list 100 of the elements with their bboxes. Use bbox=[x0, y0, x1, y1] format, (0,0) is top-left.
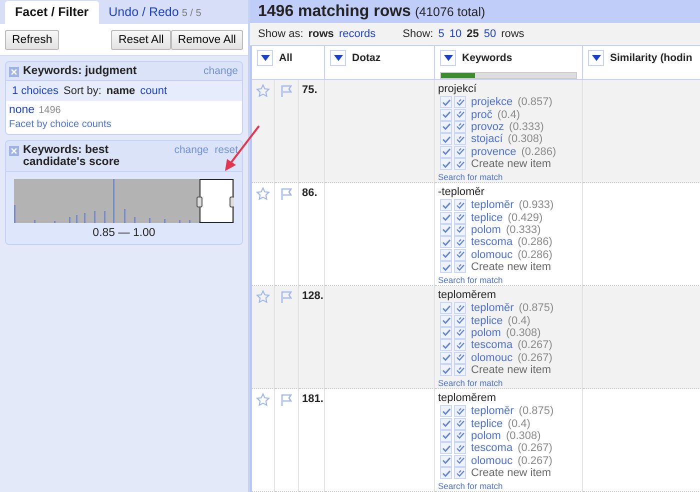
check-icon[interactable] bbox=[440, 430, 452, 442]
candidate-link[interactable]: teplice bbox=[471, 212, 503, 224]
candidate-link[interactable]: polom bbox=[471, 326, 501, 339]
search-match-link[interactable]: Search for match bbox=[438, 378, 579, 388]
check-icon[interactable] bbox=[440, 158, 452, 170]
close-icon[interactable] bbox=[9, 146, 19, 156]
double-check-icon[interactable] bbox=[454, 199, 466, 212]
check-icon[interactable] bbox=[440, 302, 452, 314]
double-check-icon[interactable] bbox=[454, 442, 466, 454]
choices-count-link[interactable]: 1 choices bbox=[12, 85, 58, 97]
double-check-icon[interactable] bbox=[454, 326, 466, 339]
candidate-link[interactable]: olomouc bbox=[471, 454, 513, 467]
double-check-icon[interactable] bbox=[454, 454, 466, 467]
dropdown-icon[interactable] bbox=[330, 50, 346, 66]
sort-option[interactable]: name bbox=[106, 85, 136, 97]
candidate-link[interactable]: olomouc bbox=[471, 248, 513, 261]
candidate-link[interactable]: polom bbox=[471, 430, 501, 442]
flag-icon[interactable] bbox=[280, 84, 293, 98]
double-check-icon[interactable] bbox=[454, 158, 466, 170]
double-check-icon[interactable] bbox=[454, 314, 466, 327]
search-match-link[interactable]: Search for match bbox=[438, 481, 579, 491]
sort-option[interactable]: count bbox=[140, 85, 168, 97]
star-icon[interactable] bbox=[256, 187, 270, 201]
double-check-icon[interactable] bbox=[454, 108, 466, 121]
check-icon[interactable] bbox=[440, 326, 452, 339]
dropdown-icon[interactable] bbox=[257, 50, 273, 66]
check-icon[interactable] bbox=[440, 339, 452, 352]
double-check-icon[interactable] bbox=[454, 339, 466, 352]
candidate-link[interactable]: olomouc bbox=[471, 352, 513, 364]
flag-icon[interactable] bbox=[280, 393, 293, 407]
candidate-link[interactable]: teploměr bbox=[471, 405, 514, 418]
create-item-link[interactable]: Create new item bbox=[471, 158, 552, 170]
candidate-link[interactable]: proč bbox=[471, 108, 492, 121]
check-icon[interactable] bbox=[440, 236, 452, 248]
candidate-link[interactable]: provoz bbox=[471, 120, 504, 133]
view-mode-link[interactable]: records bbox=[338, 28, 376, 40]
candidate-link[interactable]: stojací bbox=[471, 133, 503, 146]
close-icon[interactable] bbox=[9, 67, 19, 77]
candidate-link[interactable]: tescoma bbox=[471, 442, 513, 454]
candidate-link[interactable]: projekce bbox=[471, 96, 513, 108]
reset-all-button[interactable]: Reset All bbox=[111, 30, 171, 50]
search-match-link[interactable]: Search for match bbox=[438, 275, 579, 285]
double-check-icon[interactable] bbox=[454, 248, 466, 261]
double-check-icon[interactable] bbox=[454, 96, 466, 108]
page-size-link[interactable]: 10 bbox=[449, 28, 462, 40]
check-icon[interactable] bbox=[440, 224, 452, 236]
create-item-link[interactable]: Create new item bbox=[471, 364, 552, 376]
page-size-link[interactable]: 5 bbox=[438, 28, 444, 40]
double-check-icon[interactable] bbox=[454, 467, 466, 480]
double-check-icon[interactable] bbox=[454, 430, 466, 442]
star-icon[interactable] bbox=[256, 84, 270, 98]
candidate-link[interactable]: teploměr bbox=[471, 199, 514, 212]
facet-action-link[interactable]: change bbox=[204, 65, 238, 77]
star-icon[interactable] bbox=[256, 393, 270, 407]
facet-footer-link[interactable]: Facet by choice counts bbox=[9, 119, 239, 130]
double-check-icon[interactable] bbox=[454, 146, 466, 158]
candidate-link[interactable]: provence bbox=[471, 146, 516, 158]
refresh-button[interactable]: Refresh bbox=[5, 30, 60, 50]
check-icon[interactable] bbox=[440, 261, 452, 274]
remove-all-button[interactable]: Remove All bbox=[170, 30, 243, 50]
check-icon[interactable] bbox=[440, 120, 452, 133]
candidate-link[interactable]: teplice bbox=[471, 418, 503, 430]
double-check-icon[interactable] bbox=[454, 418, 466, 430]
check-icon[interactable] bbox=[440, 133, 452, 146]
candidate-link[interactable]: tescoma bbox=[471, 339, 513, 352]
check-icon[interactable] bbox=[440, 212, 452, 224]
check-icon[interactable] bbox=[440, 146, 452, 158]
double-check-icon[interactable] bbox=[454, 120, 466, 133]
check-icon[interactable] bbox=[440, 108, 452, 121]
double-check-icon[interactable] bbox=[454, 302, 466, 314]
check-icon[interactable] bbox=[440, 442, 452, 454]
candidate-link[interactable]: teplice bbox=[471, 314, 503, 327]
check-icon[interactable] bbox=[440, 96, 452, 108]
page-size-link[interactable]: 50 bbox=[484, 28, 496, 40]
double-check-icon[interactable] bbox=[454, 261, 466, 274]
candidate-link[interactable]: polom bbox=[471, 224, 501, 236]
tab[interactable]: Facet / Filter bbox=[5, 1, 99, 24]
dropdown-icon[interactable] bbox=[440, 50, 456, 66]
double-check-icon[interactable] bbox=[454, 212, 466, 224]
double-check-icon[interactable] bbox=[454, 133, 466, 146]
tab[interactable]: Undo / Redo 5 / 5 bbox=[98, 1, 212, 24]
star-icon[interactable] bbox=[256, 290, 270, 304]
check-icon[interactable] bbox=[440, 418, 452, 430]
double-check-icon[interactable] bbox=[454, 364, 466, 376]
choice-link[interactable]: none bbox=[9, 104, 35, 116]
check-icon[interactable] bbox=[440, 352, 452, 364]
check-icon[interactable] bbox=[440, 467, 452, 480]
check-icon[interactable] bbox=[440, 314, 452, 327]
candidate-link[interactable]: teploměr bbox=[471, 302, 514, 314]
check-icon[interactable] bbox=[440, 364, 452, 376]
facet-action-link[interactable]: change bbox=[174, 144, 209, 156]
check-icon[interactable] bbox=[440, 248, 452, 261]
flag-icon[interactable] bbox=[280, 290, 293, 304]
flag-icon[interactable] bbox=[280, 187, 293, 201]
candidate-link[interactable]: tescoma bbox=[471, 236, 513, 248]
double-check-icon[interactable] bbox=[454, 405, 466, 418]
search-match-link[interactable]: Search for match bbox=[438, 172, 579, 182]
page-size-link[interactable]: 25 bbox=[466, 28, 479, 40]
double-check-icon[interactable] bbox=[454, 352, 466, 364]
double-check-icon[interactable] bbox=[454, 224, 466, 236]
